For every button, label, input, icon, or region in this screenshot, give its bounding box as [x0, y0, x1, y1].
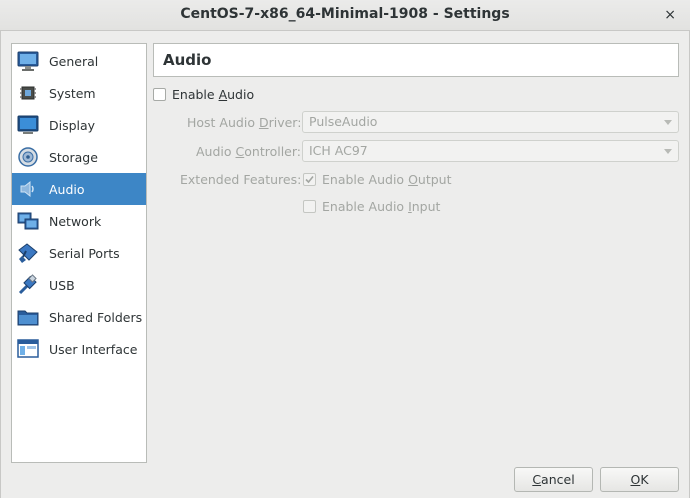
sidebar-item-label: User Interface	[49, 341, 138, 357]
sidebar-item-display[interactable]: Display	[12, 109, 146, 141]
sidebar-item-label: System	[49, 85, 96, 101]
enable-audio-output-checkbox[interactable]	[303, 173, 316, 186]
enable-audio-input-checkbox[interactable]	[303, 200, 316, 213]
system-icon	[16, 81, 40, 105]
audio-controller-label: Audio Controller:	[196, 144, 302, 159]
page-header: Audio	[153, 43, 679, 77]
enable-audio-input-label[interactable]: Enable Audio Input	[322, 199, 440, 214]
sidebar-item-label: Serial Ports	[49, 245, 120, 261]
title-bar: CentOS-7-x86_64-Minimal-1908 - Settings …	[0, 0, 690, 31]
audio-icon	[16, 177, 40, 201]
sidebar-item-general[interactable]: General	[12, 45, 146, 77]
shared-folders-icon	[16, 305, 40, 329]
sidebar-item-network[interactable]: Network	[12, 205, 146, 237]
display-icon	[16, 113, 40, 137]
serial-ports-icon	[16, 241, 40, 265]
sidebar-item-label: General	[49, 53, 99, 69]
sidebar-item-usb[interactable]: USB	[12, 269, 146, 301]
usb-icon	[16, 273, 40, 297]
enable-audio-output-label[interactable]: Enable Audio Output	[322, 172, 452, 187]
audio-controller-select[interactable]: ICH AC97	[302, 140, 679, 162]
sidebar-item-label: Network	[49, 213, 102, 229]
enable-audio-label[interactable]: Enable Audio	[172, 87, 254, 102]
sidebar-item-label: Storage	[49, 149, 98, 165]
sidebar-item-audio[interactable]: Audio	[12, 173, 146, 205]
sidebar-item-label: Audio	[49, 181, 85, 197]
sidebar-item-label: USB	[49, 277, 75, 293]
cancel-button[interactable]: Cancel	[514, 467, 593, 492]
ok-button[interactable]: OK	[600, 467, 679, 492]
sidebar-item-shared-folders[interactable]: Shared Folders	[12, 301, 146, 333]
checkmark-icon	[305, 175, 314, 184]
window-title: CentOS-7-x86_64-Minimal-1908 - Settings	[180, 6, 510, 22]
chevron-down-icon	[664, 149, 672, 154]
network-icon	[16, 209, 40, 233]
user-interface-icon	[16, 337, 40, 361]
sidebar-item-label: Shared Folders	[49, 309, 143, 325]
page-title: Audio	[163, 51, 212, 69]
extended-features-label: Extended Features:	[180, 172, 302, 187]
host-audio-driver-label: Host Audio Driver:	[187, 115, 302, 130]
settings-window: General System Display Storage Audio Net…	[0, 31, 690, 498]
close-icon[interactable]: ×	[664, 7, 676, 23]
general-icon	[16, 49, 40, 73]
sidebar-item-system[interactable]: System	[12, 77, 146, 109]
settings-sidebar: General System Display Storage Audio Net…	[11, 43, 147, 463]
storage-icon	[16, 145, 40, 169]
host-audio-driver-value: PulseAudio	[309, 114, 378, 129]
audio-controller-value: ICH AC97	[309, 143, 368, 158]
sidebar-item-label: Display	[49, 117, 96, 133]
sidebar-item-user-interface[interactable]: User Interface	[12, 333, 146, 365]
host-audio-driver-select[interactable]: PulseAudio	[302, 111, 679, 133]
chevron-down-icon	[664, 120, 672, 125]
sidebar-item-serial-ports[interactable]: Serial Ports	[12, 237, 146, 269]
enable-audio-checkbox[interactable]	[153, 88, 166, 101]
sidebar-item-storage[interactable]: Storage	[12, 141, 146, 173]
